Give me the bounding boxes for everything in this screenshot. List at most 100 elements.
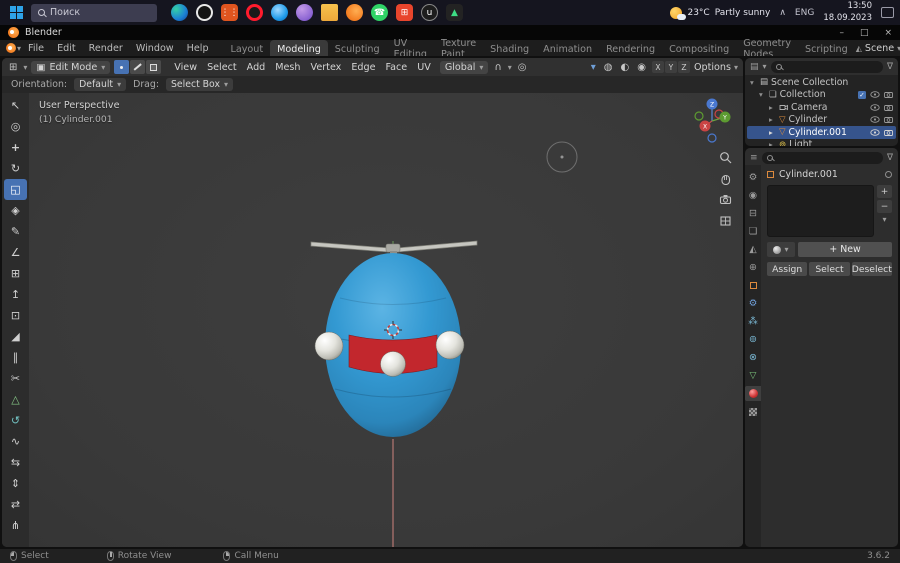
taskbar-app-whatsapp-icon[interactable]: ☎ bbox=[371, 4, 388, 21]
material-slot-list[interactable] bbox=[767, 185, 874, 237]
physics-tab[interactable]: ⊚ bbox=[745, 332, 761, 347]
properties-search-input[interactable] bbox=[761, 151, 883, 164]
minimize-icon[interactable]: – bbox=[839, 28, 844, 38]
drag-setting-dropdown[interactable]: Select Box ▾ bbox=[166, 78, 233, 91]
outliner-row-camera[interactable]: ▸ Camera bbox=[747, 101, 896, 114]
breadcrumb-object-name[interactable]: Cylinder.001 bbox=[779, 169, 838, 180]
snap-caret-icon[interactable]: ▾ bbox=[508, 63, 512, 72]
taskbar-app-ring-icon[interactable] bbox=[196, 4, 213, 21]
world-tab[interactable]: ⊕ bbox=[745, 260, 761, 275]
navigation-gizmo[interactable]: Z Y X bbox=[689, 97, 735, 146]
taskbar-app-blue-icon[interactable] bbox=[271, 4, 288, 21]
gizmo-neg-z-icon[interactable] bbox=[707, 133, 717, 143]
ortho-grid-icon[interactable] bbox=[719, 214, 732, 227]
taskbar-app-grid2-icon[interactable]: ⊞ bbox=[396, 4, 413, 21]
select-button[interactable]: Select bbox=[809, 262, 850, 276]
menu-file[interactable]: File bbox=[22, 43, 50, 54]
tool-loop-cut[interactable]: ∥ bbox=[4, 347, 27, 368]
maximize-icon[interactable]: □ bbox=[860, 28, 869, 38]
tab-uv-editing[interactable]: UV Editing bbox=[387, 38, 434, 60]
outliner-row-cylinder[interactable]: ▸ ▽ Cylinder bbox=[747, 114, 896, 127]
tab-geometry-nodes[interactable]: Geometry Nodes bbox=[736, 38, 798, 60]
mirror-x-button[interactable]: X bbox=[651, 61, 664, 73]
mirror-z-button[interactable]: Z bbox=[677, 61, 690, 73]
shading-rendered-icon[interactable]: ◉ bbox=[635, 62, 648, 73]
object-data-tab[interactable]: ▽ bbox=[745, 368, 761, 383]
blender-menu-icon[interactable] bbox=[6, 43, 16, 53]
notification-center-icon[interactable] bbox=[881, 7, 894, 18]
assign-button[interactable]: Assign bbox=[767, 262, 808, 276]
tool-measure[interactable]: ∠ bbox=[4, 242, 27, 263]
tab-rendering[interactable]: Rendering bbox=[599, 40, 662, 56]
zoom-icon[interactable] bbox=[719, 151, 732, 164]
view-layer-tab[interactable]: ❏ bbox=[745, 224, 761, 239]
tool-edge-slide[interactable]: ⇆ bbox=[4, 452, 27, 473]
tab-modeling[interactable]: Modeling bbox=[270, 40, 328, 56]
outliner-row-collection[interactable]: ▾ ❏ Collection ✓ bbox=[747, 89, 896, 102]
taskbar-app-folder-icon[interactable] bbox=[321, 4, 338, 21]
render-tab[interactable]: ◉ bbox=[745, 188, 761, 203]
mirror-y-button[interactable]: Y bbox=[664, 61, 677, 73]
tool-smooth[interactable]: ∿ bbox=[4, 431, 27, 452]
edge-select-button[interactable] bbox=[130, 60, 146, 74]
expand-icon[interactable]: ▾ bbox=[750, 78, 757, 87]
tool-spin[interactable]: ↺ bbox=[4, 410, 27, 431]
output-tab[interactable]: ⊟ bbox=[745, 206, 761, 221]
tool-shear[interactable]: ⇄ bbox=[4, 494, 27, 515]
hide-eye-icon[interactable] bbox=[870, 129, 880, 136]
filter-funnel-icon[interactable]: ∇ bbox=[887, 153, 893, 163]
menu-view[interactable]: View bbox=[169, 62, 202, 73]
slot-specials-icon[interactable]: ▾ bbox=[877, 215, 892, 224]
object-tab[interactable] bbox=[745, 278, 761, 293]
render-visibility-icon[interactable] bbox=[884, 129, 893, 136]
proportional-edit-icon[interactable]: ◎ bbox=[516, 62, 529, 73]
hide-eye-icon[interactable] bbox=[870, 104, 880, 111]
taskbar-app-browser-icon[interactable] bbox=[171, 4, 188, 21]
language-indicator[interactable]: ENG bbox=[795, 8, 814, 18]
render-visibility-icon[interactable] bbox=[884, 104, 893, 111]
remove-slot-button[interactable]: − bbox=[877, 200, 892, 213]
tool-scale[interactable]: ◱ bbox=[4, 179, 27, 200]
scene-selector[interactable]: ◭ Scene ▾ bbox=[856, 43, 900, 54]
tool-move[interactable]: + bbox=[4, 137, 27, 158]
tool-rip-region[interactable]: ⋔ bbox=[4, 515, 27, 536]
tool-rotate[interactable]: ↻ bbox=[4, 158, 27, 179]
constraints-tab[interactable]: ⊗ bbox=[745, 350, 761, 365]
tab-compositing[interactable]: Compositing bbox=[662, 40, 736, 56]
taskbar-app-purple-icon[interactable] bbox=[296, 4, 313, 21]
expand-icon[interactable]: ▸ bbox=[769, 103, 776, 112]
pan-hand-icon[interactable] bbox=[719, 172, 732, 185]
tool-tab[interactable]: ⚙ bbox=[745, 170, 761, 185]
menu-window[interactable]: Window bbox=[130, 43, 180, 54]
render-visibility-icon[interactable] bbox=[884, 116, 893, 124]
menu-mesh[interactable]: Mesh bbox=[270, 62, 305, 73]
add-slot-button[interactable]: + bbox=[877, 185, 892, 198]
expand-icon[interactable]: ▸ bbox=[769, 140, 776, 146]
taskbar-search-input[interactable]: Поиск bbox=[31, 3, 157, 22]
taskbar-app-opera-icon[interactable] bbox=[246, 4, 263, 21]
taskbar-app-blender-icon[interactable] bbox=[346, 4, 363, 21]
tool-add-cube[interactable]: ⊞ bbox=[4, 263, 27, 284]
orientation-dropdown[interactable]: Global ▾ bbox=[439, 60, 489, 74]
particles-tab[interactable]: ⁂ bbox=[745, 314, 761, 329]
texture-tab[interactable] bbox=[745, 404, 761, 419]
viewport-canvas[interactable]: User Perspective (1) Cylinder.001 Z Y X bbox=[29, 93, 743, 547]
face-select-button[interactable] bbox=[146, 60, 162, 74]
taskbar-app-grid-icon[interactable]: ⋮⋮ bbox=[221, 4, 239, 21]
tool-transform[interactable]: ◈ bbox=[4, 200, 27, 221]
tab-shading[interactable]: Shading bbox=[483, 40, 536, 56]
orientation-setting-dropdown[interactable]: Default ▾ bbox=[74, 78, 127, 91]
taskbar-weather[interactable]: 23°C Partly sunny bbox=[670, 6, 770, 20]
gizmo-neg-y-icon[interactable] bbox=[694, 111, 704, 121]
vertex-select-button[interactable] bbox=[114, 60, 130, 74]
tool-poly-build[interactable]: △ bbox=[4, 389, 27, 410]
material-tab[interactable] bbox=[745, 386, 761, 401]
tool-extrude-region[interactable]: ↥ bbox=[4, 284, 27, 305]
pin-icon[interactable] bbox=[885, 171, 892, 178]
hide-eye-icon[interactable] bbox=[870, 116, 880, 123]
properties-editor-icon[interactable]: ≡ bbox=[750, 153, 758, 163]
outliner-editor-icon[interactable]: ▤ bbox=[750, 62, 759, 72]
menu-edge[interactable]: Edge bbox=[346, 62, 380, 73]
outliner-search-input[interactable] bbox=[770, 60, 883, 73]
mode-dropdown[interactable]: ▣ Edit Mode ▾ bbox=[31, 60, 111, 74]
